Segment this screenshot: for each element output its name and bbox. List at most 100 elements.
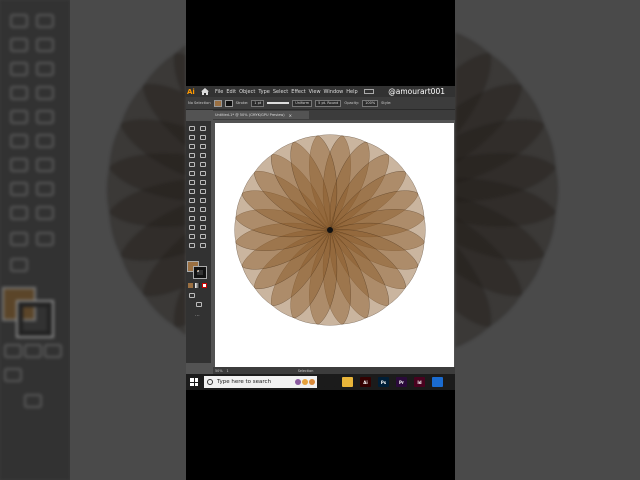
free-transform-tool-icon[interactable] (200, 189, 206, 194)
rotate-tool-icon[interactable] (189, 180, 195, 185)
magic-wand-tool-icon[interactable] (189, 135, 195, 140)
selection-label: No Selection (188, 101, 211, 105)
menu-effect[interactable]: Effect (291, 89, 305, 95)
taskbar-app-indesign-icon[interactable]: Id (414, 377, 425, 387)
bg-tool-icon (36, 110, 54, 124)
status-bar: 50% 1 Selection (213, 367, 455, 374)
bg-tool-icon (36, 158, 54, 172)
windows-start-icon[interactable] (190, 378, 198, 386)
line-tool-icon[interactable] (200, 153, 206, 158)
taskbar-app-mail-icon[interactable] (432, 377, 443, 387)
taskbar-app-premiere-pro-icon[interactable]: Pr (396, 377, 407, 387)
menu-edit[interactable]: Edit (226, 89, 236, 95)
eraser-tool-icon[interactable] (200, 171, 206, 176)
menu-list: File Edit Object Type Select Effect View… (215, 89, 358, 95)
type-tool-icon[interactable] (189, 153, 195, 158)
app-logo: Ai (187, 87, 195, 96)
color-mode-icon[interactable] (188, 283, 193, 288)
draw-mode-icon[interactable] (189, 293, 195, 298)
scale-tool-icon[interactable] (200, 180, 206, 185)
search-placeholder: Type here to search (217, 379, 272, 385)
background-flower-left (107, 31, 186, 349)
bg-tool-icon (36, 232, 54, 246)
windows-taskbar: Type here to search Ai Ps Pr Id (186, 374, 455, 390)
bg-tool-icon (4, 368, 22, 382)
profile-dropdown[interactable]: Uniform (292, 99, 313, 107)
stroke-weight-field[interactable]: 1 pt (251, 99, 265, 107)
control-bar: No Selection Stroke: 1 pt Uniform 5 pt. … (186, 97, 455, 110)
taskbar-app-illustrator-icon[interactable]: Ai (360, 377, 371, 387)
lasso-tool-icon[interactable] (200, 135, 206, 140)
background-flower-right (455, 19, 558, 361)
close-icon[interactable]: × (289, 113, 292, 118)
zoom-level[interactable]: 50% (215, 369, 223, 373)
bg-tool-icon (10, 182, 28, 196)
bg-tool-icon (10, 38, 28, 52)
menu-help[interactable]: Help (346, 89, 357, 95)
bg-tool-icon (36, 38, 54, 52)
bg-tool-icon (10, 206, 28, 220)
artboard[interactable] (215, 123, 454, 367)
zoom-tool-icon[interactable] (200, 243, 206, 248)
width-tool-icon[interactable] (189, 189, 195, 194)
taskbar-search[interactable]: Type here to search (204, 376, 317, 388)
slice-tool-icon[interactable] (200, 234, 206, 239)
blend-tool-icon[interactable] (200, 216, 206, 221)
variable-width-profile-icon[interactable] (267, 102, 290, 104)
gradient-tool-icon[interactable] (200, 207, 206, 212)
search-highlights-icons (295, 379, 315, 385)
hand-tool-icon[interactable] (189, 243, 195, 248)
pen-tool-icon[interactable] (189, 144, 195, 149)
shaper-tool-icon[interactable] (189, 171, 195, 176)
eyedropper-tool-icon[interactable] (189, 216, 195, 221)
menu-type[interactable]: Type (258, 89, 269, 95)
paintbrush-tool-icon[interactable] (200, 162, 206, 167)
direct-selection-tool-icon[interactable] (200, 126, 206, 131)
bg-tool-icon (4, 344, 22, 358)
artboard-number[interactable]: 1 (227, 369, 229, 373)
graph-tool-icon[interactable] (200, 225, 206, 230)
bg-tool-icon (10, 158, 28, 172)
perspective-grid-tool-icon[interactable] (200, 198, 206, 203)
taskbar-app-task-view-icon[interactable] (324, 377, 335, 387)
bg-tool-icon (10, 86, 28, 100)
flower-center (327, 227, 333, 233)
fill-color-swatch[interactable] (213, 99, 222, 107)
menu-object[interactable]: Object (239, 89, 255, 95)
mesh-tool-icon[interactable] (189, 207, 195, 212)
bg-tool-icon (36, 86, 54, 100)
brush-dropdown[interactable]: 5 pt. Round (315, 99, 342, 107)
bg-tool-icon (36, 206, 54, 220)
home-icon[interactable] (201, 88, 209, 95)
menu-select[interactable]: Select (273, 89, 288, 95)
symbol-sprayer-tool-icon[interactable] (189, 225, 195, 230)
document-tab[interactable]: Untitled-1* @ 50% (CMYK/GPU Preview) × (213, 111, 309, 119)
more-tools-icon[interactable]: ··· (195, 313, 200, 319)
bg-tool-icon (36, 182, 54, 196)
shape-builder-tool-icon[interactable] (189, 198, 195, 203)
screen: Ai File Edit Object Type Select Effect V… (0, 0, 640, 480)
menu-view[interactable]: View (309, 89, 321, 95)
selection-tool-icon[interactable] (189, 126, 195, 131)
taskbar-app-file-explorer-icon[interactable] (342, 377, 353, 387)
menu-bar: Ai File Edit Object Type Select Effect V… (186, 86, 455, 97)
taskbar-app-photoshop-icon[interactable]: Ps (378, 377, 389, 387)
flower-artwork[interactable] (215, 123, 454, 367)
curvature-tool-icon[interactable] (200, 144, 206, 149)
opacity-field[interactable]: 100% (362, 99, 379, 107)
gradient-mode-icon[interactable] (195, 283, 200, 288)
screen-mode-icon[interactable] (196, 302, 202, 307)
background-canvas (70, 0, 186, 480)
bg-tool-icon (10, 62, 28, 76)
none-mode-icon[interactable] (202, 283, 207, 288)
workspace-switcher-icon[interactable] (363, 89, 374, 94)
menu-file[interactable]: File (215, 89, 223, 95)
stroke-color-swatch[interactable] (224, 99, 233, 107)
bg-tool-icon (36, 62, 54, 76)
rectangle-tool-icon[interactable] (189, 162, 195, 167)
background-right-blur (455, 0, 640, 480)
stroke-swatch[interactable] (193, 266, 207, 279)
menu-window[interactable]: Window (324, 89, 344, 95)
current-tool-label: Selection (297, 368, 314, 373)
artboard-tool-icon[interactable] (189, 234, 195, 239)
